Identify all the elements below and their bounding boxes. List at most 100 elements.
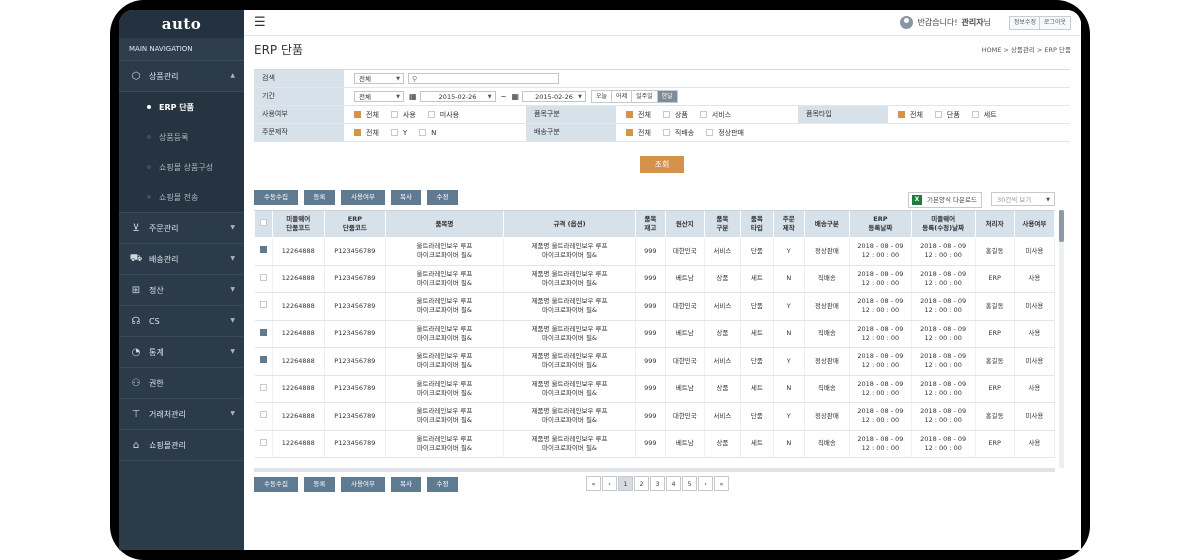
itemcat-service-checkbox[interactable]: 서비스 <box>699 110 731 120</box>
table-row[interactable]: 12264888 P123456789 울트라레인보우 루프 마이크로파이버 필& 제… <box>254 402 1055 431</box>
sidebar-item-6[interactable]: ⚇ 권한 <box>119 368 244 399</box>
submenu-item-2[interactable]: 쇼핑몰 상품구성 <box>119 152 244 182</box>
row-checkbox[interactable] <box>259 356 267 364</box>
row-checkbox[interactable] <box>259 328 267 336</box>
submenu-item-1[interactable]: 상품등록 <box>119 122 244 152</box>
search-button[interactable]: 조회 <box>640 156 684 173</box>
hamburger-menu-icon[interactable]: ☰ <box>254 15 266 30</box>
copy-button-bottom[interactable]: 복사 <box>391 477 421 492</box>
ship-all-checkbox[interactable]: 전체 <box>626 128 651 138</box>
last-page-button[interactable]: » <box>714 476 729 491</box>
calendar-icon[interactable]: ▦ <box>409 92 417 101</box>
horizontal-scrollbar[interactable] <box>254 468 1055 472</box>
page-button-3[interactable]: 3 <box>650 476 665 491</box>
itemcat-goods-checkbox[interactable]: 상품 <box>662 110 688 120</box>
sidebar-item-5[interactable]: ◔ 통계 ▼ <box>119 337 244 368</box>
column-header[interactable] <box>254 211 273 238</box>
use-all-checkbox[interactable]: 전체 <box>354 110 379 120</box>
sidebar-item-1[interactable]: ⊻ 주문관리 ▼ <box>119 213 244 244</box>
quick-month-button[interactable]: 한달 <box>657 91 677 102</box>
date-from-input[interactable]: 2015-02-26 ▼ <box>419 91 496 102</box>
quick-week-button[interactable]: 일주일 <box>632 91 658 102</box>
search-type-select[interactable]: 전체 ▼ <box>354 73 404 84</box>
date-to-input[interactable]: 2015-02-26 ▼ <box>522 91 586 102</box>
manual-collect-button-bottom[interactable]: 수동수집 <box>254 477 298 492</box>
register-button-bottom[interactable]: 등록 <box>304 477 335 492</box>
select-all-checkbox[interactable] <box>259 219 267 226</box>
edit-info-button[interactable]: 정보수정 <box>1008 16 1041 30</box>
cell-type: 세트 <box>740 320 774 348</box>
use-toggle-button-bottom[interactable]: 사용여부 <box>341 477 385 492</box>
excel-download-button[interactable]: X 기본양식 다운로드 <box>908 192 982 208</box>
row-checkbox-cell[interactable] <box>254 292 273 321</box>
logout-button[interactable]: 로그아웃 <box>1038 16 1071 30</box>
row-checkbox[interactable] <box>259 273 267 281</box>
use-toggle-button[interactable]: 사용여부 <box>341 190 385 205</box>
row-checkbox-cell[interactable] <box>254 375 273 403</box>
vertical-scrollbar[interactable] <box>1059 210 1064 468</box>
order-n-checkbox[interactable]: N <box>419 128 436 138</box>
quick-today-button[interactable]: 오늘 <box>592 91 613 102</box>
cell-stock: 999 <box>635 237 666 266</box>
cell-spec: 제품명 울트라레인보우 루프 마이크로파이버 필& <box>503 347 636 376</box>
ship-normal-checkbox[interactable]: 정상판매 <box>706 128 744 138</box>
page-button-1[interactable]: 1 <box>618 476 633 491</box>
search-input[interactable]: ⚲ <box>408 73 559 84</box>
row-checkbox-cell[interactable] <box>254 265 273 293</box>
row-checkbox-cell[interactable] <box>254 320 273 348</box>
copy-button[interactable]: 복사 <box>391 190 421 205</box>
row-checkbox[interactable] <box>259 411 267 419</box>
itemcat-all-checkbox[interactable]: 전체 <box>626 110 651 120</box>
page-button-4[interactable]: 4 <box>666 476 681 491</box>
cell-origin: 베트남 <box>665 375 705 403</box>
prev-page-button[interactable]: ‹ <box>602 476 617 491</box>
table-row[interactable]: 12264888 P123456789 울트라레인보우 루프 마이크로파이버 필& 제… <box>254 375 1055 403</box>
row-checkbox-cell[interactable] <box>254 402 273 431</box>
row-checkbox-cell[interactable] <box>254 347 273 376</box>
sidebar-item-0[interactable]: ⬡ 상품관리 ▲ <box>119 61 244 92</box>
quick-yesterday-button[interactable]: 어제 <box>612 91 633 102</box>
sidebar-item-4[interactable]: ☊ CS ▼ <box>119 306 244 337</box>
page-button-5[interactable]: 5 <box>682 476 697 491</box>
quick-period-buttons: 오늘 어제 일주일 한달 <box>591 90 678 103</box>
use-no-checkbox[interactable]: 미사용 <box>427 110 459 120</box>
table-row[interactable]: 12264888 P123456789 울트라레인보우 루프 마이크로파이버 필& 제… <box>254 237 1055 266</box>
next-page-button[interactable]: › <box>698 476 713 491</box>
sidebar-item-7[interactable]: ⊤ 거래처관리 ▼ <box>119 399 244 430</box>
page-size-select[interactable]: 30건씩 보기 ▼ <box>991 192 1055 206</box>
sidebar-item-3[interactable]: ⊞ 정산 ▼ <box>119 275 244 306</box>
sidebar-item-8[interactable]: ⌂ 쇼핑몰관리 <box>119 430 244 461</box>
row-checkbox[interactable] <box>259 301 267 309</box>
order-all-checkbox[interactable]: 전체 <box>354 128 379 138</box>
row-checkbox[interactable] <box>259 246 267 254</box>
table-row[interactable]: 12264888 P123456789 울트라레인보우 루프 마이크로파이버 필& 제… <box>254 430 1055 458</box>
vertical-scrollbar-thumb[interactable] <box>1059 210 1064 242</box>
order-y-checkbox[interactable]: Y <box>390 128 407 138</box>
row-checkbox[interactable] <box>259 383 267 391</box>
table-row[interactable]: 12264888 P123456789 울트라레인보우 루프 마이크로파이버 필& 제… <box>254 292 1055 321</box>
table-row[interactable]: 12264888 P123456789 울트라레인보우 루프 마이크로파이버 필& 제… <box>254 347 1055 376</box>
app-logo[interactable]: auto <box>119 10 244 38</box>
submenu-item-3[interactable]: 쇼핑몰 전송 <box>119 182 244 212</box>
use-yes-checkbox[interactable]: 사용 <box>390 110 416 120</box>
table-row[interactable]: 12264888 P123456789 울트라레인보우 루프 마이크로파이버 필& 제… <box>254 265 1055 293</box>
submenu-item-0[interactable]: ERP 단품 <box>119 92 244 122</box>
itemtype-single-checkbox[interactable]: 단품 <box>934 110 960 120</box>
edit-button-bottom[interactable]: 수정 <box>427 477 458 492</box>
itemtype-all-checkbox[interactable]: 전체 <box>898 110 923 120</box>
manual-collect-button[interactable]: 수동수집 <box>254 190 298 205</box>
itemtype-set-checkbox[interactable]: 세트 <box>971 110 997 120</box>
table-row[interactable]: 12264888 P123456789 울트라레인보우 루프 마이크로파이버 필& 제… <box>254 320 1055 348</box>
cell-erp: P123456789 <box>324 237 386 266</box>
sidebar-item-2[interactable]: ⛟ 배송관리 ▼ <box>119 244 244 275</box>
ship-direct-checkbox[interactable]: 직배송 <box>662 128 694 138</box>
row-checkbox[interactable] <box>259 438 267 446</box>
row-checkbox-cell[interactable] <box>254 430 273 458</box>
row-checkbox-cell[interactable] <box>254 237 273 266</box>
calendar-icon[interactable]: ▦ <box>511 92 519 101</box>
period-type-select[interactable]: 전체 ▼ <box>354 91 404 102</box>
first-page-button[interactable]: « <box>586 476 601 491</box>
edit-button[interactable]: 수정 <box>427 190 458 205</box>
page-button-2[interactable]: 2 <box>634 476 649 491</box>
register-button[interactable]: 등록 <box>304 190 335 205</box>
